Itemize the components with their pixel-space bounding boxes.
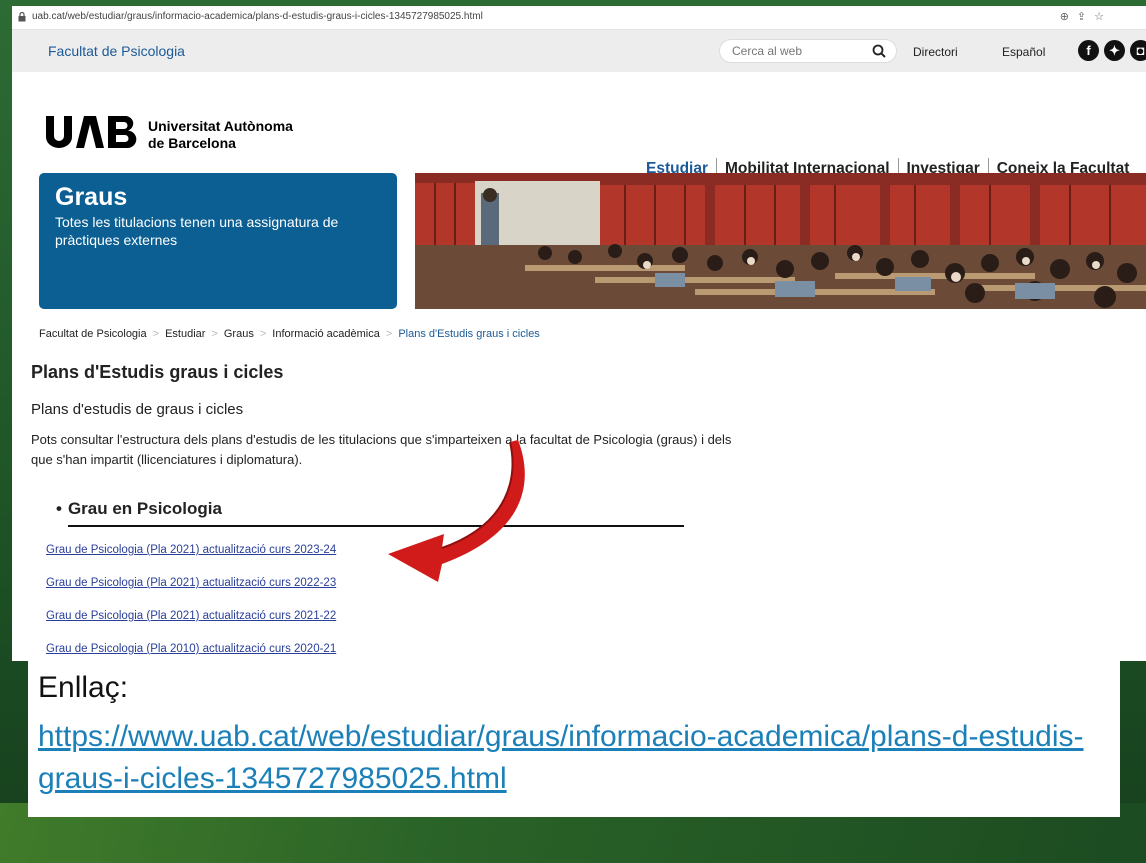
- section-heading-text: Grau en Psicologia: [67, 499, 222, 518]
- breadcrumb-item-info[interactable]: Informació acadèmica: [272, 328, 380, 340]
- bullet-icon: •: [56, 499, 62, 518]
- section-divider: [68, 525, 684, 527]
- faculty-link[interactable]: Facultat de Psicologia: [48, 43, 185, 59]
- language-link[interactable]: Español: [1002, 45, 1045, 59]
- browser-window: uab.cat/web/estudiar/graus/informacio-ac…: [12, 6, 1146, 661]
- page-subtitle: Plans d'estudis de graus i cicles: [31, 401, 244, 418]
- top-utility-bar: Facultat de Psicologia Directori Español…: [12, 30, 1146, 72]
- instagram-icon[interactable]: ◘: [1130, 40, 1146, 61]
- share-icon[interactable]: ⇪: [1077, 11, 1094, 23]
- red-arrow-icon: [388, 440, 525, 582]
- facebook-icon[interactable]: f: [1078, 40, 1099, 61]
- breadcrumb-item-faculty[interactable]: Facultat de Psicologia: [39, 328, 147, 340]
- twitter-icon[interactable]: ✦: [1104, 40, 1125, 61]
- plan-link-2022-23[interactable]: Grau de Psicologia (Pla 2021) actualitza…: [46, 577, 336, 589]
- lock-icon: [18, 12, 26, 22]
- star-icon[interactable]: ☆: [1094, 11, 1112, 23]
- breadcrumb-item-estudiar[interactable]: Estudiar: [165, 328, 205, 340]
- link-callout: Enllaç: https://www.uab.cat/web/estudiar…: [28, 661, 1120, 817]
- breadcrumb-separator-icon: >: [211, 328, 218, 340]
- university-name-line1: Universitat Autònoma: [148, 118, 293, 134]
- search-input[interactable]: [732, 44, 862, 58]
- plan-link-2023-24[interactable]: Grau de Psicologia (Pla 2021) actualitza…: [46, 544, 336, 556]
- breadcrumb-separator-icon: >: [152, 328, 160, 340]
- address-bar[interactable]: uab.cat/web/estudiar/graus/informacio-ac…: [12, 6, 1146, 30]
- hero-banner: Graus Totes les titulacions tenen una as…: [39, 173, 397, 309]
- breadcrumb: Facultat de Psicologia > Estudiar > Graus > In…: [39, 328, 540, 340]
- breadcrumb-separator-icon: >: [385, 328, 393, 340]
- plan-link-2020-21[interactable]: Grau de Psicologia (Pla 2010) actualitza…: [46, 643, 336, 655]
- hero-text: Totes les titulacions tenen una assignat…: [55, 214, 339, 248]
- callout-label: Enllaç:: [38, 671, 129, 704]
- zoom-icon[interactable]: ⊕: [1060, 11, 1077, 23]
- uab-logo-mark: [46, 116, 137, 148]
- directory-link[interactable]: Directori: [913, 45, 958, 59]
- hero-title: Graus: [55, 183, 128, 211]
- university-name-line2: de Barcelona: [148, 135, 236, 151]
- breadcrumb-separator-icon: >: [259, 328, 267, 340]
- breadcrumb-item-graus[interactable]: Graus: [224, 328, 254, 340]
- callout-url-link[interactable]: https://www.uab.cat/web/estudiar/graus/i…: [38, 716, 1118, 800]
- search-icon[interactable]: [872, 44, 886, 58]
- search-box[interactable]: [719, 39, 897, 63]
- browser-tools: ⊕⇪☆: [1060, 10, 1112, 23]
- address-url[interactable]: uab.cat/web/estudiar/graus/informacio-ac…: [32, 11, 483, 22]
- page-title: Plans d'Estudis graus i cicles: [31, 362, 284, 382]
- breadcrumb-item-current: Plans d'Estudis graus i cicles: [398, 328, 540, 340]
- plan-link-2021-22[interactable]: Grau de Psicologia (Pla 2021) actualitza…: [46, 610, 336, 622]
- classroom-photo: [415, 173, 1146, 309]
- section-heading: • Grau en Psicologia: [56, 499, 222, 519]
